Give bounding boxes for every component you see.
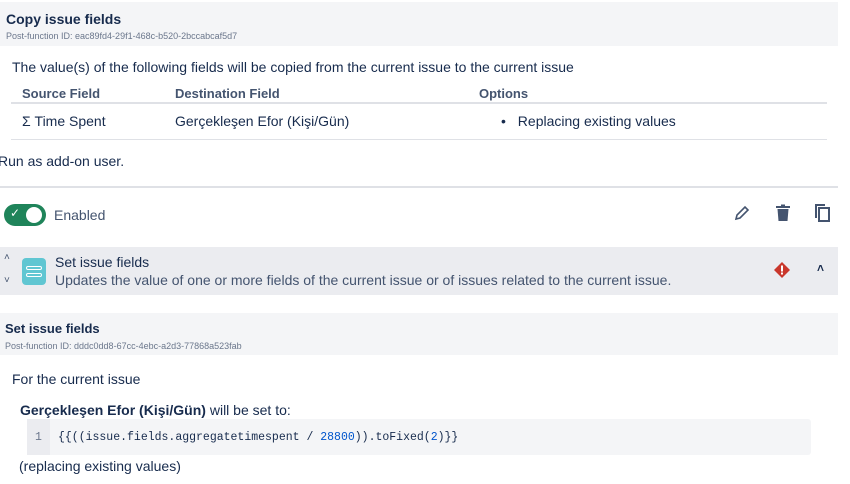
toggle-knob xyxy=(26,207,42,223)
set-header: Set issue fields Post-function ID: dddc0… xyxy=(0,313,838,355)
code-block: 1 {{((issue.fields.aggregatetimespent / … xyxy=(27,419,811,455)
line-number: 1 xyxy=(27,419,50,455)
source-field: Σ Time Spent xyxy=(22,113,106,130)
edit-icon[interactable] xyxy=(733,204,751,222)
table-row: Σ Time Spent Gerçekleşen Efor (Kişi/Gün)… xyxy=(11,103,827,139)
trash-icon[interactable] xyxy=(774,204,792,222)
code-line: {{((issue.fields.aggregatetimespent / 28… xyxy=(58,431,459,444)
copy-header: Copy issue fields Post-function ID: eac8… xyxy=(0,2,838,46)
check-icon: ✓ xyxy=(10,206,21,220)
move-down-icon[interactable]: ˅ xyxy=(4,275,10,286)
copy-icon[interactable] xyxy=(814,203,832,223)
enabled-toggle[interactable]: ✓ xyxy=(4,204,46,226)
divider xyxy=(0,186,838,188)
collapse-icon[interactable]: ˄ xyxy=(817,261,824,275)
col-dest: Destination Field xyxy=(175,85,280,101)
set-description: Updates the value of one or more fields … xyxy=(55,272,672,288)
enabled-label: Enabled xyxy=(54,207,106,223)
for-current-issue: For the current issue xyxy=(12,371,141,387)
copy-id: Post-function ID: eac89fd4-29f1-468c-b52… xyxy=(6,31,238,41)
will-be-set: will be set to: xyxy=(205,402,291,418)
dest-field: Gerçekleşen Efor (Kişi/Gün) xyxy=(175,113,350,130)
copy-title: Copy issue fields xyxy=(6,11,122,27)
error-icon xyxy=(774,262,790,278)
target-field: Gerçekleşen Efor (Kişi/Gün) xyxy=(20,402,206,418)
set-title: Set issue fields xyxy=(55,254,150,270)
option: Replacing existing values xyxy=(517,113,676,130)
col-options: Options xyxy=(479,85,529,101)
copy-description: The value(s) of the following fields wil… xyxy=(12,59,574,75)
set-fields-icon xyxy=(22,258,46,285)
copy-table: Source Field Destination Field Options Σ… xyxy=(11,84,827,140)
set-id: Post-function ID: dddc0dd8-67cc-4ebc-a2d… xyxy=(5,341,242,351)
move-up-icon[interactable]: ˄ xyxy=(4,252,10,263)
col-source: Source Field xyxy=(22,85,101,101)
run-as: Run as add-on user. xyxy=(0,153,125,169)
replacing-note: (replacing existing values) xyxy=(19,458,181,474)
set-detail-title: Set issue fields xyxy=(5,321,100,336)
set-issue-fields-row[interactable]: ˄ ˅ Set issue fields Updates the value o… xyxy=(0,247,838,295)
